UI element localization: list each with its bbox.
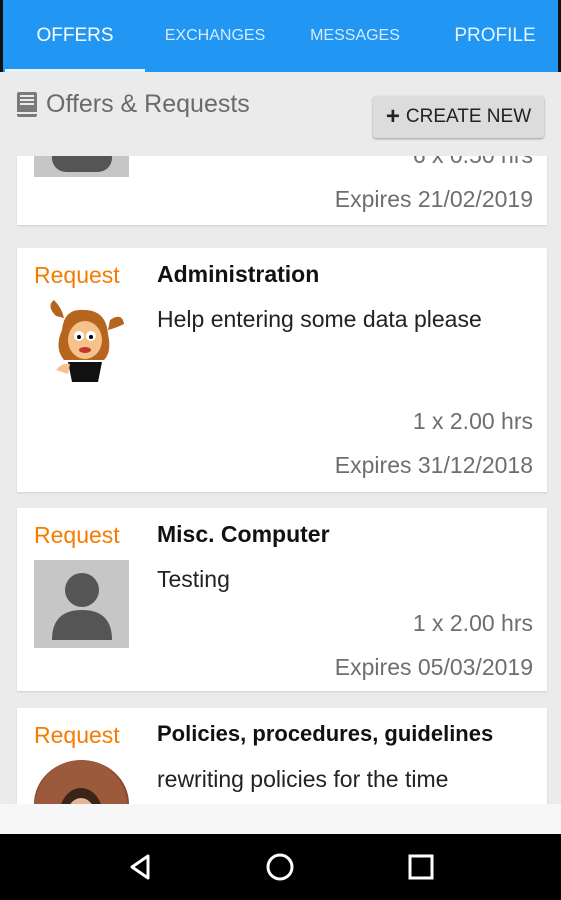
hours-text: 1 x 2.00 hrs bbox=[412, 610, 533, 636]
home-icon[interactable] bbox=[260, 847, 300, 887]
tab-exchanges[interactable]: EXCHANGES bbox=[145, 0, 285, 72]
list-item[interactable]: 6 x 0.50 hrs Expires 21/02/2019 bbox=[17, 156, 547, 225]
user-photo-avatar bbox=[34, 760, 129, 804]
default-person-icon bbox=[34, 560, 129, 648]
default-person-icon bbox=[34, 156, 129, 177]
list-item[interactable]: Request Administration Help entering som… bbox=[17, 248, 547, 492]
page-header: Offers & Requests + CREATE NEW bbox=[0, 72, 561, 156]
expiry-text: Expires 31/12/2018 bbox=[334, 452, 533, 478]
offers-list[interactable]: 6 x 0.50 hrs Expires 21/02/2019 Request … bbox=[0, 156, 561, 804]
request-type-label: Request bbox=[34, 262, 120, 288]
hours-text: 6 x 0.50 hrs bbox=[413, 156, 533, 169]
tab-offers[interactable]: OFFERS bbox=[5, 0, 145, 72]
hours-text: 1 x 2.00 hrs bbox=[412, 408, 533, 434]
system-nav-bar bbox=[0, 834, 561, 900]
back-icon[interactable] bbox=[120, 847, 160, 887]
tab-messages[interactable]: MESSAGES bbox=[285, 0, 425, 72]
cartoon-girl-avatar bbox=[34, 300, 129, 388]
list-item[interactable]: Request Misc. Computer Testing 1 x 2.00 … bbox=[17, 508, 547, 691]
category-title: Administration bbox=[157, 261, 320, 287]
category-title: Policies, procedures, guidelines bbox=[157, 721, 494, 746]
list-footer bbox=[0, 804, 561, 834]
description-text: Help entering some data please bbox=[157, 306, 482, 332]
create-new-button[interactable]: + CREATE NEW bbox=[373, 96, 544, 138]
recents-icon[interactable] bbox=[401, 847, 441, 887]
page-title: Offers & Requests bbox=[16, 90, 250, 119]
tab-profile[interactable]: PROFILE bbox=[425, 0, 561, 72]
book-icon bbox=[16, 91, 38, 118]
list-item[interactable]: Request Policies, procedures, guidelines… bbox=[17, 708, 547, 804]
category-title: Misc. Computer bbox=[157, 521, 330, 547]
request-type-label: Request bbox=[34, 722, 120, 748]
tab-bar: OFFERS EXCHANGES MESSAGES PROFILE bbox=[0, 0, 561, 72]
page-title-text: Offers & Requests bbox=[46, 90, 250, 118]
expiry-text: Expires 21/02/2019 bbox=[334, 186, 533, 212]
description-text: rewriting policies for the time bbox=[157, 766, 449, 792]
expiry-text: Expires 05/03/2019 bbox=[334, 654, 533, 680]
plus-icon: + bbox=[385, 103, 400, 130]
create-new-label: CREATE NEW bbox=[405, 106, 532, 127]
request-type-label: Request bbox=[34, 522, 120, 548]
description-text: Testing bbox=[157, 566, 230, 592]
